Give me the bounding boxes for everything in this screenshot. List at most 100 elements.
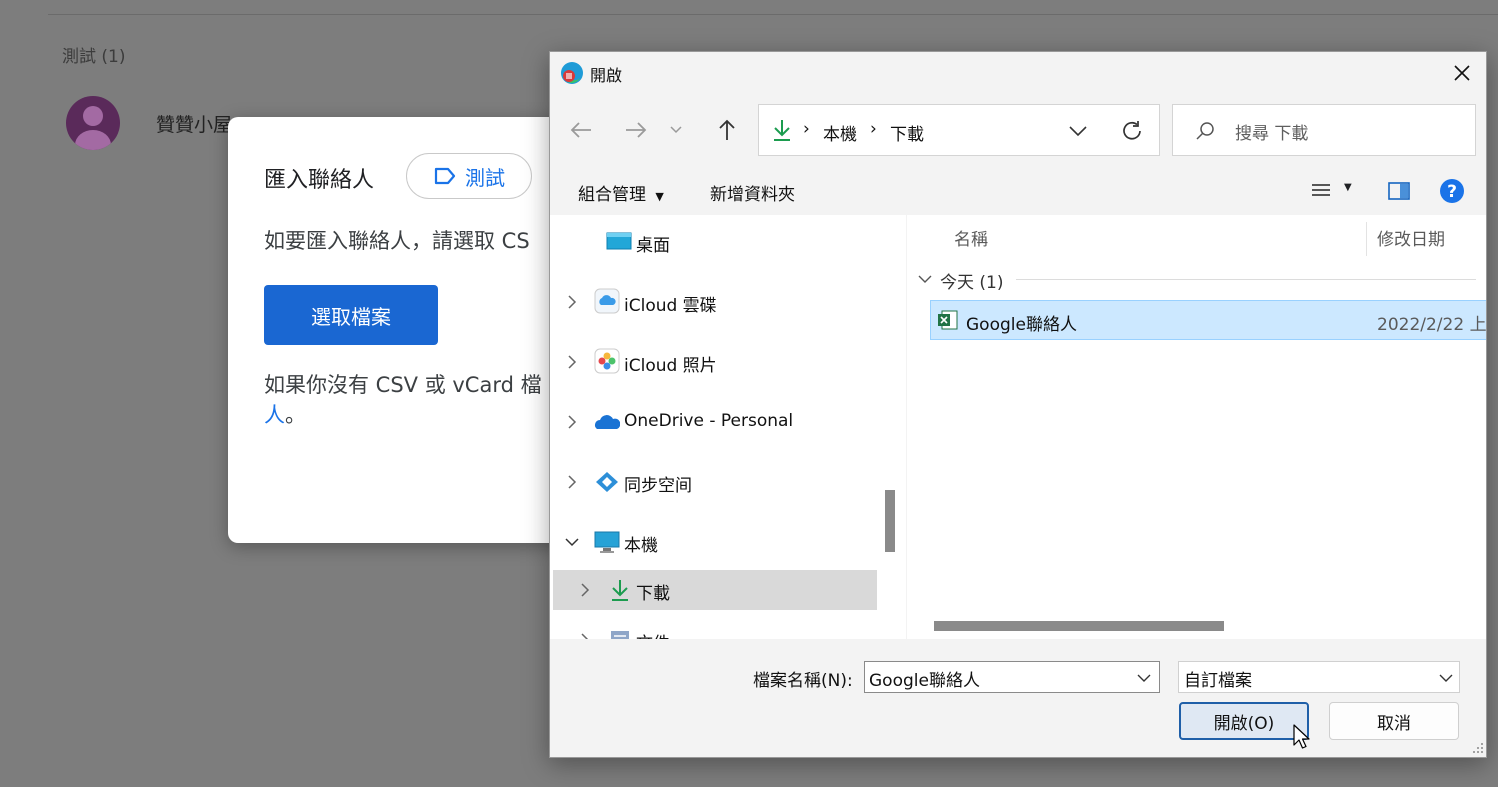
forward-button[interactable] <box>622 116 650 144</box>
nav-item-downloads[interactable]: 下載 <box>553 570 877 610</box>
nav-item-documents[interactable]: 文件 <box>553 620 877 639</box>
create-contact-link[interactable]: 人 <box>264 403 285 427</box>
nav-item-sync-space[interactable]: 同步空间 <box>550 462 876 502</box>
edge-browser-icon <box>561 62 583 84</box>
back-button[interactable] <box>567 116 595 144</box>
import-dialog-title: 匯入聯絡人 <box>264 168 375 193</box>
caret-down-icon: ▼ <box>655 190 664 203</box>
breadcrumb-this-pc[interactable]: 本機 <box>823 120 857 145</box>
file-list-hscrollbar-thumb[interactable] <box>934 621 1224 631</box>
download-icon <box>612 580 628 601</box>
this-pc-icon <box>594 531 620 553</box>
preview-pane-icon[interactable] <box>1388 182 1410 200</box>
chevron-right-icon <box>568 295 577 309</box>
chevron-down-icon <box>1439 674 1453 682</box>
chevron-down-icon <box>670 126 682 134</box>
up-button[interactable] <box>713 116 741 144</box>
icloud-photos-icon <box>594 348 620 374</box>
import-note-end: 。 <box>285 403 306 427</box>
address-bar[interactable]: › 本機 › 下載 <box>758 104 1160 156</box>
label-section-title: 測試 (1) <box>62 47 126 67</box>
search-placeholder: 搜尋 下載 <box>1235 124 1309 144</box>
cancel-button[interactable]: 取消 <box>1329 702 1459 740</box>
label-chip-text: 測試 <box>465 165 505 190</box>
chevron-right-icon <box>568 415 577 429</box>
chevron-right-icon <box>568 355 577 369</box>
column-divider[interactable] <box>1366 222 1367 256</box>
recent-locations-button[interactable] <box>667 116 685 144</box>
up-arrow-icon <box>719 119 735 140</box>
filename-input[interactable]: Google聯絡人 <box>864 661 1160 693</box>
avatar <box>66 96 120 150</box>
download-icon <box>774 120 790 141</box>
close-icon <box>1454 65 1470 81</box>
avatar-head <box>83 106 103 126</box>
mouse-cursor-icon <box>1293 724 1310 749</box>
avatar-body <box>75 130 111 150</box>
file-name: Google聯絡人 <box>966 315 1077 335</box>
organize-menu[interactable]: 組合管理 ▼ <box>578 180 664 205</box>
nav-label: 同步空间 <box>624 476 692 496</box>
nav-item-icloud-photos[interactable]: iCloud 照片 <box>550 342 876 382</box>
nav-scrollbar-thumb[interactable] <box>885 490 895 552</box>
onedrive-icon <box>595 415 620 429</box>
top-divider <box>48 14 1498 15</box>
chevron-right-icon <box>581 633 589 639</box>
svg-text:?: ? <box>1447 182 1457 202</box>
forward-arrow-icon <box>626 122 647 138</box>
chevron-right-icon <box>581 583 590 597</box>
new-folder-button[interactable]: 新增資料夾 <box>710 180 795 205</box>
contact-name[interactable]: 贊贊小屋 <box>156 110 232 137</box>
nav-label: OneDrive - Personal <box>624 411 794 431</box>
import-note-line1: 如果你沒有 CSV 或 vCard 檔 <box>264 373 542 397</box>
help-icon[interactable]: ? <box>1439 178 1465 204</box>
nav-label: 桌面 <box>636 236 670 256</box>
select-file-button[interactable]: 選取檔案 <box>264 285 438 345</box>
import-note-line2: 人。 <box>264 400 542 430</box>
file-open-dialog: 開啟 › 本機 › 下載 搜尋 下載 組合管理 ▼ 新增資料夾 ▼ ? 桌面 i… <box>549 51 1487 758</box>
search-box[interactable]: 搜尋 下載 <box>1172 104 1476 156</box>
dialog-title: 開啟 <box>590 66 623 85</box>
column-header-date[interactable]: 修改日期 <box>1377 225 1445 250</box>
organize-label: 組合管理 <box>578 185 646 205</box>
nav-item-desktop[interactable]: 桌面 <box>550 222 876 262</box>
list-view-icon <box>1312 184 1330 196</box>
desktop-icon <box>606 232 632 250</box>
nav-label: 下載 <box>636 584 670 604</box>
navigation-pane[interactable]: 桌面 iCloud 雲碟 iCloud 照片 OneDrive - Person… <box>550 215 878 639</box>
view-options-button[interactable]: ▼ <box>1310 180 1360 204</box>
chevron-right-icon <box>568 475 577 489</box>
chevron-down-icon <box>918 275 932 283</box>
breadcrumb-separator: › <box>870 119 877 139</box>
nav-item-onedrive[interactable]: OneDrive - Personal <box>550 402 876 442</box>
caret-down-icon: ▼ <box>1344 182 1352 193</box>
filename-value: Google聯絡人 <box>869 671 980 691</box>
back-arrow-icon <box>570 122 591 138</box>
resize-grip-icon[interactable] <box>1472 742 1484 754</box>
filetype-value: 自訂檔案 <box>1184 671 1252 691</box>
icloud-drive-icon <box>594 288 620 314</box>
nav-item-this-pc[interactable]: 本機 <box>550 522 876 562</box>
file-row-selected[interactable]: Google聯絡人 2022/2/22 上午 <box>930 300 1487 340</box>
nav-scrollbar[interactable] <box>878 215 906 639</box>
close-button[interactable] <box>1445 56 1479 90</box>
filetype-select[interactable]: 自訂檔案 <box>1178 661 1460 693</box>
open-button[interactable]: 開啟(O) <box>1179 702 1309 740</box>
import-note: 如果你沒有 CSV 或 vCard 檔 人。 <box>264 370 542 430</box>
column-header-name[interactable]: 名稱 <box>954 225 988 250</box>
refresh-icon[interactable] <box>1121 120 1143 142</box>
address-history-chevron-icon[interactable] <box>1069 125 1087 137</box>
breadcrumb-downloads[interactable]: 下載 <box>890 120 924 145</box>
file-date: 2022/2/22 上午 <box>1377 315 1487 335</box>
nav-item-icloud-drive[interactable]: iCloud 雲碟 <box>550 282 876 322</box>
sync-space-icon <box>596 472 618 492</box>
group-divider <box>1016 279 1476 280</box>
group-header-today[interactable]: 今天 (1) <box>918 268 1478 293</box>
nav-label: 本機 <box>624 536 658 556</box>
documents-icon <box>611 631 629 639</box>
label-chip[interactable]: 測試 <box>406 153 532 199</box>
import-description: 如要匯入聯絡人，請選取 CS <box>264 229 530 253</box>
nav-label: iCloud 雲碟 <box>624 296 717 316</box>
chevron-down-icon[interactable] <box>1137 673 1151 683</box>
filename-label: 檔案名稱(N): <box>753 671 853 691</box>
